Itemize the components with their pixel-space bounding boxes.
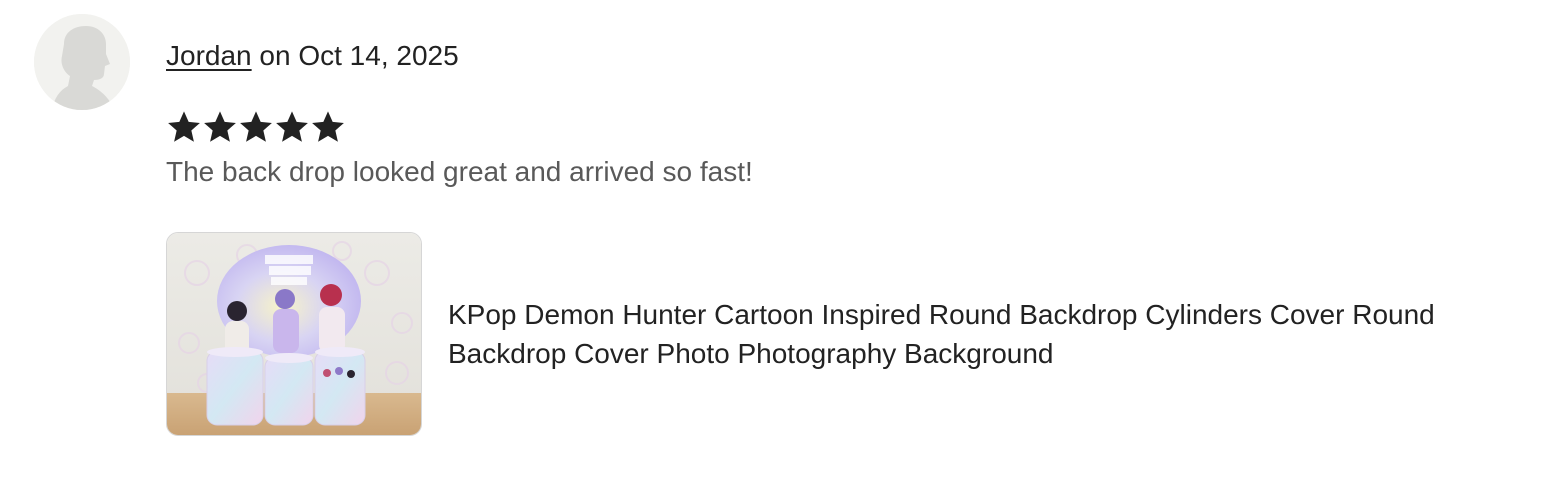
product-thumbnail[interactable] — [166, 232, 422, 436]
default-avatar-silhouette-icon — [34, 14, 130, 110]
product-image — [167, 233, 421, 435]
star-icon — [204, 111, 236, 142]
star-icon — [168, 111, 200, 142]
product-title[interactable]: KPop Demon Hunter Cartoon Inspired Round… — [448, 295, 1523, 373]
review-byline: Jordan on Oct 14, 2025 — [166, 38, 459, 74]
review-text: The back drop looked great and arrived s… — [166, 156, 753, 187]
review-date: on Oct 14, 2025 — [259, 40, 459, 71]
star-icon — [276, 111, 308, 142]
reviewed-product-link[interactable]: KPop Demon Hunter Cartoon Inspired Round… — [166, 232, 1526, 436]
star-icon — [240, 111, 272, 142]
star-icon — [312, 111, 344, 142]
star-rating — [166, 108, 346, 146]
review-card: Jordan on Oct 14, 2025 The back drop loo… — [0, 0, 1554, 504]
reviewer-name-link[interactable]: Jordan — [166, 40, 252, 71]
reviewer-avatar[interactable] — [34, 14, 130, 110]
